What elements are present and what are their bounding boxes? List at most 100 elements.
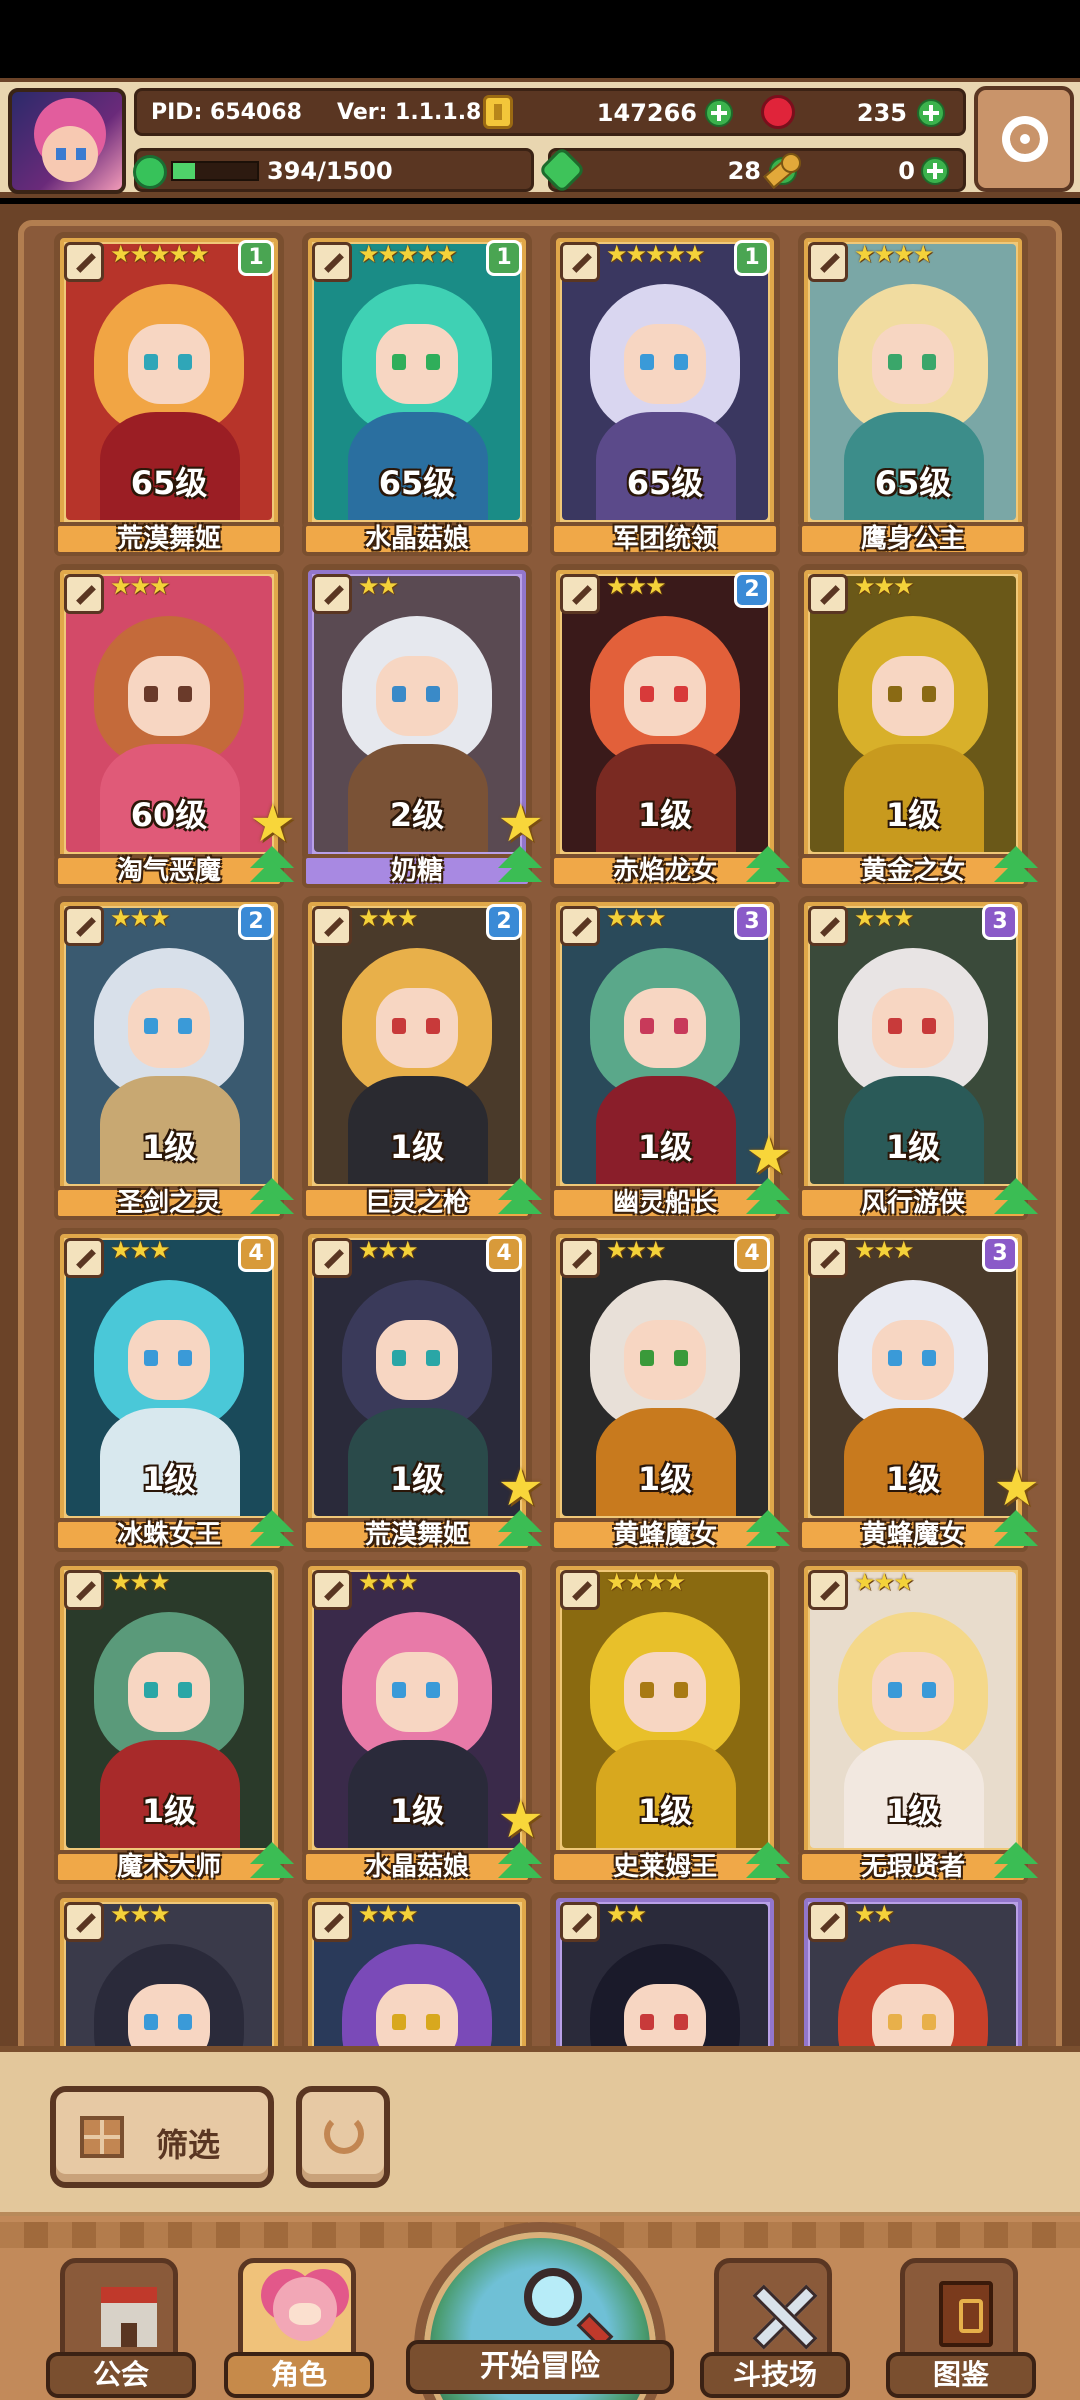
character-level: 1级 bbox=[389, 1128, 445, 1166]
filter-grid-icon bbox=[80, 2116, 124, 2158]
star-rating: ★★★ bbox=[110, 1568, 171, 1596]
star-rating: ★★★ bbox=[358, 1900, 419, 1928]
character-name: 冰蛛女王 bbox=[116, 1520, 221, 1550]
start-adventure-button[interactable]: 开始冒险 bbox=[406, 2222, 674, 2400]
character-card[interactable]: ★★★ bbox=[54, 1892, 284, 2048]
class-icon bbox=[808, 242, 848, 282]
character-name: 无瑕贤者 bbox=[860, 1852, 965, 1882]
star-rating: ★★★ bbox=[854, 572, 915, 600]
character-name: 水晶菇娘 bbox=[364, 524, 469, 554]
character-card[interactable]: ★★★ 4 1级 黄蜂魔女 bbox=[550, 1228, 790, 1552]
class-icon bbox=[560, 574, 600, 614]
character-name: 奶糖 bbox=[390, 856, 443, 886]
settings-button[interactable] bbox=[974, 86, 1074, 192]
start-adventure-label: 开始冒险 bbox=[406, 2340, 674, 2394]
class-icon bbox=[312, 1902, 352, 1942]
character-name: 黄金之女 bbox=[860, 856, 965, 886]
gold-star-icon: ★ bbox=[249, 794, 296, 854]
character-card[interactable]: ★★★ 3 1级 黄蜂魔女 ★ bbox=[798, 1228, 1040, 1552]
card-frame: ★★★ 3 1级 bbox=[798, 896, 1028, 1196]
filter-button[interactable]: 筛选 bbox=[50, 2086, 274, 2188]
character-name: 幽灵船长 bbox=[612, 1188, 717, 1218]
star-rating: ★★ bbox=[358, 572, 399, 600]
rank-badge: 1 bbox=[238, 240, 274, 276]
rank-badge: 4 bbox=[238, 1236, 274, 1272]
class-icon bbox=[312, 574, 352, 614]
gold-star-icon: ★ bbox=[745, 1126, 792, 1186]
character-card[interactable]: ★★★★★ 1 65级 水晶菇娘 bbox=[302, 232, 532, 556]
character-card[interactable]: ★★★ 2 1级 巨灵之枪 bbox=[302, 896, 542, 1220]
upgrade-arrow-icon bbox=[250, 1510, 294, 1546]
secondary-resources-bar: 28 0 bbox=[537, 145, 966, 195]
upgrade-arrow-icon bbox=[746, 1842, 790, 1878]
card-frame: ★★★★★ 1 65级 bbox=[550, 232, 780, 532]
nav-guild[interactable]: 公会 bbox=[46, 2252, 196, 2400]
bottom-control-panel: 筛选 bbox=[0, 2046, 1080, 2216]
character-level: 1级 bbox=[637, 1460, 693, 1498]
character-card[interactable]: ★★★ 1级 魔术大师 bbox=[54, 1560, 294, 1884]
class-icon bbox=[312, 1570, 352, 1610]
character-card[interactable]: ★★★ 60级 淘气恶魔 ★ bbox=[54, 564, 296, 888]
card-frame: ★★★ 1级 bbox=[54, 1560, 284, 1860]
character-card[interactable]: ★★ 2级 奶糖 ★ bbox=[302, 564, 544, 888]
character-card[interactable]: ★★★ 4 1级 荒漠舞姬 ★ bbox=[302, 1228, 544, 1552]
card-frame: ★★★ 1级 bbox=[798, 1560, 1028, 1860]
gold-star-icon: ★ bbox=[497, 1790, 544, 1850]
clover-amount: 28 bbox=[727, 157, 761, 185]
character-card[interactable]: ★★★★★ 1 65级 荒漠舞姬 bbox=[54, 232, 284, 556]
gold-amount: 147266 bbox=[596, 99, 697, 127]
nav-role-label: 角色 bbox=[224, 2352, 374, 2398]
upgrade-arrow-icon bbox=[746, 846, 790, 882]
player-avatar[interactable] bbox=[8, 88, 126, 194]
class-icon bbox=[560, 242, 600, 282]
character-card[interactable]: ★★★ bbox=[302, 1892, 532, 2048]
card-frame: ★★★★★ 1 65级 bbox=[302, 232, 532, 532]
character-card[interactable]: ★★★ 3 1级 幽灵船长 ★ bbox=[550, 896, 792, 1220]
gem-amount: 235 bbox=[856, 99, 907, 127]
class-icon bbox=[560, 906, 600, 946]
star-rating: ★★★ bbox=[606, 1236, 667, 1264]
character-card[interactable]: ★★★ 1级 黄金之女 bbox=[798, 564, 1038, 888]
character-level: 1级 bbox=[389, 1792, 445, 1830]
character-card[interactable]: ★★★ 3 1级 风行游侠 bbox=[798, 896, 1038, 1220]
nav-role[interactable]: 角色 bbox=[224, 2252, 374, 2400]
star-rating: ★★★ bbox=[110, 904, 171, 932]
experience-bar: 394/1500 bbox=[133, 148, 534, 192]
star-rating: ★★ bbox=[854, 1900, 895, 1928]
nav-arena[interactable]: 斗技场 bbox=[700, 2252, 850, 2400]
character-card[interactable]: ★★ bbox=[798, 1892, 1028, 2048]
character-card[interactable]: ★★★★ 1级 史莱姆王 bbox=[550, 1560, 790, 1884]
star-rating: ★★★★★ bbox=[358, 240, 458, 268]
rank-badge: 3 bbox=[982, 1236, 1018, 1272]
version-label: Ver: 1.1.1.8 bbox=[337, 99, 482, 125]
star-rating: ★★★ bbox=[606, 572, 667, 600]
card-frame: ★★★★ 65级 bbox=[798, 232, 1028, 532]
character-card[interactable]: ★★★ 4 1级 冰蛛女王 bbox=[54, 1228, 294, 1552]
key-icon bbox=[765, 153, 801, 187]
character-name: 鹰身公主 bbox=[860, 524, 965, 554]
character-card[interactable]: ★★★ 1级 无瑕贤者 bbox=[798, 1560, 1038, 1884]
character-card[interactable]: ★★★ 2 1级 圣剑之灵 bbox=[54, 896, 294, 1220]
nav-codex[interactable]: 图鉴 bbox=[886, 2252, 1036, 2400]
filter-label: 筛选 bbox=[156, 2126, 221, 2164]
character-level: 1级 bbox=[637, 796, 693, 834]
character-level: 1级 bbox=[141, 1128, 197, 1166]
character-name: 黄蜂魔女 bbox=[860, 1520, 965, 1550]
character-card[interactable]: ★★★ 1级 水晶菇娘 ★ bbox=[302, 1560, 544, 1884]
rank-badge: 1 bbox=[734, 240, 770, 276]
book-icon bbox=[939, 2281, 993, 2347]
add-gem-plus-icon[interactable] bbox=[917, 99, 945, 127]
upgrade-arrow-icon bbox=[994, 1510, 1038, 1546]
add-gold-plus-icon[interactable] bbox=[705, 99, 733, 127]
red-gem-icon bbox=[761, 95, 795, 129]
character-level: 1级 bbox=[637, 1792, 693, 1830]
character-card[interactable]: ★★★ 2 1级 赤焰龙女 bbox=[550, 564, 790, 888]
add-key-plus-icon[interactable] bbox=[921, 157, 949, 185]
character-card[interactable]: ★★★★ 65级 鹰身公主 bbox=[798, 232, 1028, 556]
reset-sort-button[interactable] bbox=[296, 2086, 390, 2188]
rank-badge: 2 bbox=[238, 904, 274, 940]
character-card-grid[interactable]: ★★★★★ 1 65级 荒漠舞姬 ★★★★★ 1 65级 水晶菇娘 ★★★★★ 1 65级 军团统领 ★… bbox=[54, 232, 1066, 2048]
nav-codex-label: 图鉴 bbox=[886, 2352, 1036, 2398]
character-card[interactable]: ★★★★★ 1 65级 军团统领 bbox=[550, 232, 780, 556]
character-card[interactable]: ★★ bbox=[550, 1892, 780, 2048]
